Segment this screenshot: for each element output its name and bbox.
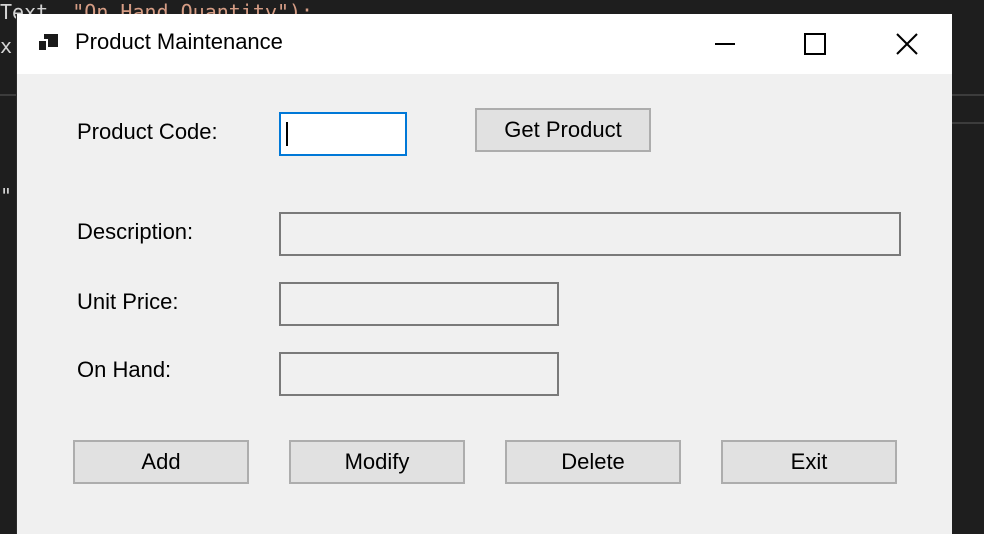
maximize-button[interactable] bbox=[769, 14, 861, 74]
editor-divider bbox=[952, 122, 984, 124]
close-icon bbox=[896, 33, 918, 55]
product-code-label: Product Code: bbox=[77, 119, 218, 144]
on-hand-field[interactable] bbox=[279, 352, 559, 396]
add-label: Add bbox=[141, 449, 181, 474]
exit-label: Exit bbox=[790, 449, 828, 474]
get-product-button[interactable]: Get Product bbox=[475, 108, 651, 152]
description-label: Description: bbox=[77, 219, 194, 244]
editor-divider bbox=[0, 94, 16, 96]
modify-button[interactable]: Modify bbox=[289, 440, 465, 484]
text-caret bbox=[286, 122, 288, 146]
close-button[interactable] bbox=[861, 14, 953, 74]
editor-divider bbox=[952, 94, 984, 96]
product-maintenance-window: Product Maintenance Product Code: Get Pr… bbox=[16, 14, 952, 534]
window-title: Product Maintenance bbox=[75, 29, 283, 54]
product-code-input[interactable] bbox=[279, 112, 407, 156]
background-code-line: " bbox=[0, 184, 13, 208]
title-bar[interactable]: Product Maintenance bbox=[17, 14, 952, 74]
get-product-label: Get Product bbox=[504, 117, 622, 142]
minimize-button[interactable] bbox=[679, 14, 771, 74]
exit-button[interactable]: Exit bbox=[721, 440, 897, 484]
modify-label: Modify bbox=[344, 449, 410, 474]
minimize-icon bbox=[715, 43, 735, 45]
add-button[interactable]: Add bbox=[73, 440, 249, 484]
maximize-icon bbox=[804, 33, 826, 55]
delete-button[interactable]: Delete bbox=[505, 440, 681, 484]
background-code-line: x bbox=[0, 34, 13, 58]
description-field[interactable] bbox=[279, 212, 901, 256]
unit-price-field[interactable] bbox=[279, 282, 559, 326]
delete-label: Delete bbox=[561, 449, 625, 474]
unit-price-label: Unit Price: bbox=[77, 289, 179, 314]
app-icon bbox=[37, 34, 58, 52]
on-hand-label: On Hand: bbox=[77, 357, 172, 382]
